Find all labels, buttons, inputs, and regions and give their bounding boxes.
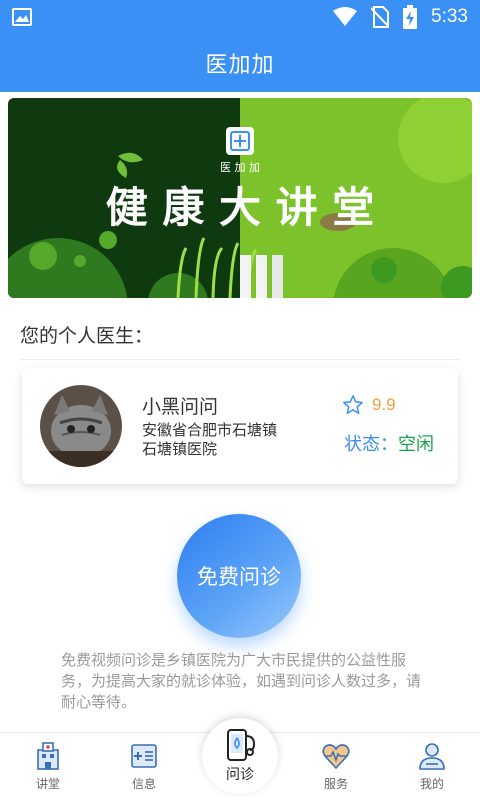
status-label: 状态： xyxy=(344,434,398,455)
status-value: 空闲 xyxy=(398,434,434,455)
user-icon xyxy=(419,743,445,770)
doctor-card[interactable]: 小黑问问 安徽省合肥市石塘镇 石塘镇医院 9.9 状态：空闲 xyxy=(22,368,458,484)
free-consult-button[interactable]: 免费问诊 xyxy=(177,514,301,638)
page-title: 医加加 xyxy=(205,53,275,78)
banner-image: 医 加 加 健 康 大 讲 堂 xyxy=(8,98,472,298)
wifi-icon xyxy=(333,7,358,26)
tab-service[interactable]: 服务 xyxy=(288,733,384,800)
tab-info[interactable]: 信息 xyxy=(96,733,192,800)
tab-label: 我的 xyxy=(419,777,444,791)
battery-charging-icon xyxy=(403,5,418,29)
no-sim-icon xyxy=(371,6,390,28)
tab-label: 服务 xyxy=(323,777,348,791)
app-bar: 医加加 xyxy=(0,34,480,92)
doctor-hospital: 石塘镇医院 xyxy=(142,440,218,458)
banner-headline: 健 康 大 讲 堂 xyxy=(106,183,375,232)
doctor-address: 安徽省合肥市石塘镇 xyxy=(142,421,278,439)
rating-value: 9.9 xyxy=(372,395,396,414)
tab-mine[interactable]: 我的 xyxy=(384,733,480,800)
stethoscope-phone-icon xyxy=(227,729,256,761)
doctor-name: 小黑问问 xyxy=(142,396,219,418)
tab-label: 问诊 xyxy=(226,767,254,783)
banner-brand: 医 加 加 xyxy=(220,161,260,174)
banner[interactable]: 医 加 加 健 康 大 讲 堂 xyxy=(8,98,472,298)
tab-label: 信息 xyxy=(131,777,156,791)
divider xyxy=(20,359,460,360)
tab-consult[interactable]: 问诊 xyxy=(202,718,278,794)
rating: 9.9 xyxy=(342,394,396,416)
image-icon xyxy=(12,8,32,26)
status-bar: 5:33 xyxy=(0,0,480,34)
notice-text: 免费视频问诊是乡镇医院为广大市民提供的公益性服务，为提高大家的就诊体验，如遇到问… xyxy=(61,651,422,711)
tab-label: 讲堂 xyxy=(35,777,60,791)
info-card-icon xyxy=(131,744,157,768)
avatar xyxy=(40,385,122,467)
status-time: 5:33 xyxy=(431,6,468,27)
heart-pulse-icon xyxy=(322,744,350,770)
hospital-icon xyxy=(37,742,59,770)
section-title: 您的个人医生： xyxy=(20,325,154,347)
doctor-status: 状态：空闲 xyxy=(344,430,434,456)
tab-lecture[interactable]: 讲堂 xyxy=(0,733,96,800)
star-icon xyxy=(343,395,363,414)
